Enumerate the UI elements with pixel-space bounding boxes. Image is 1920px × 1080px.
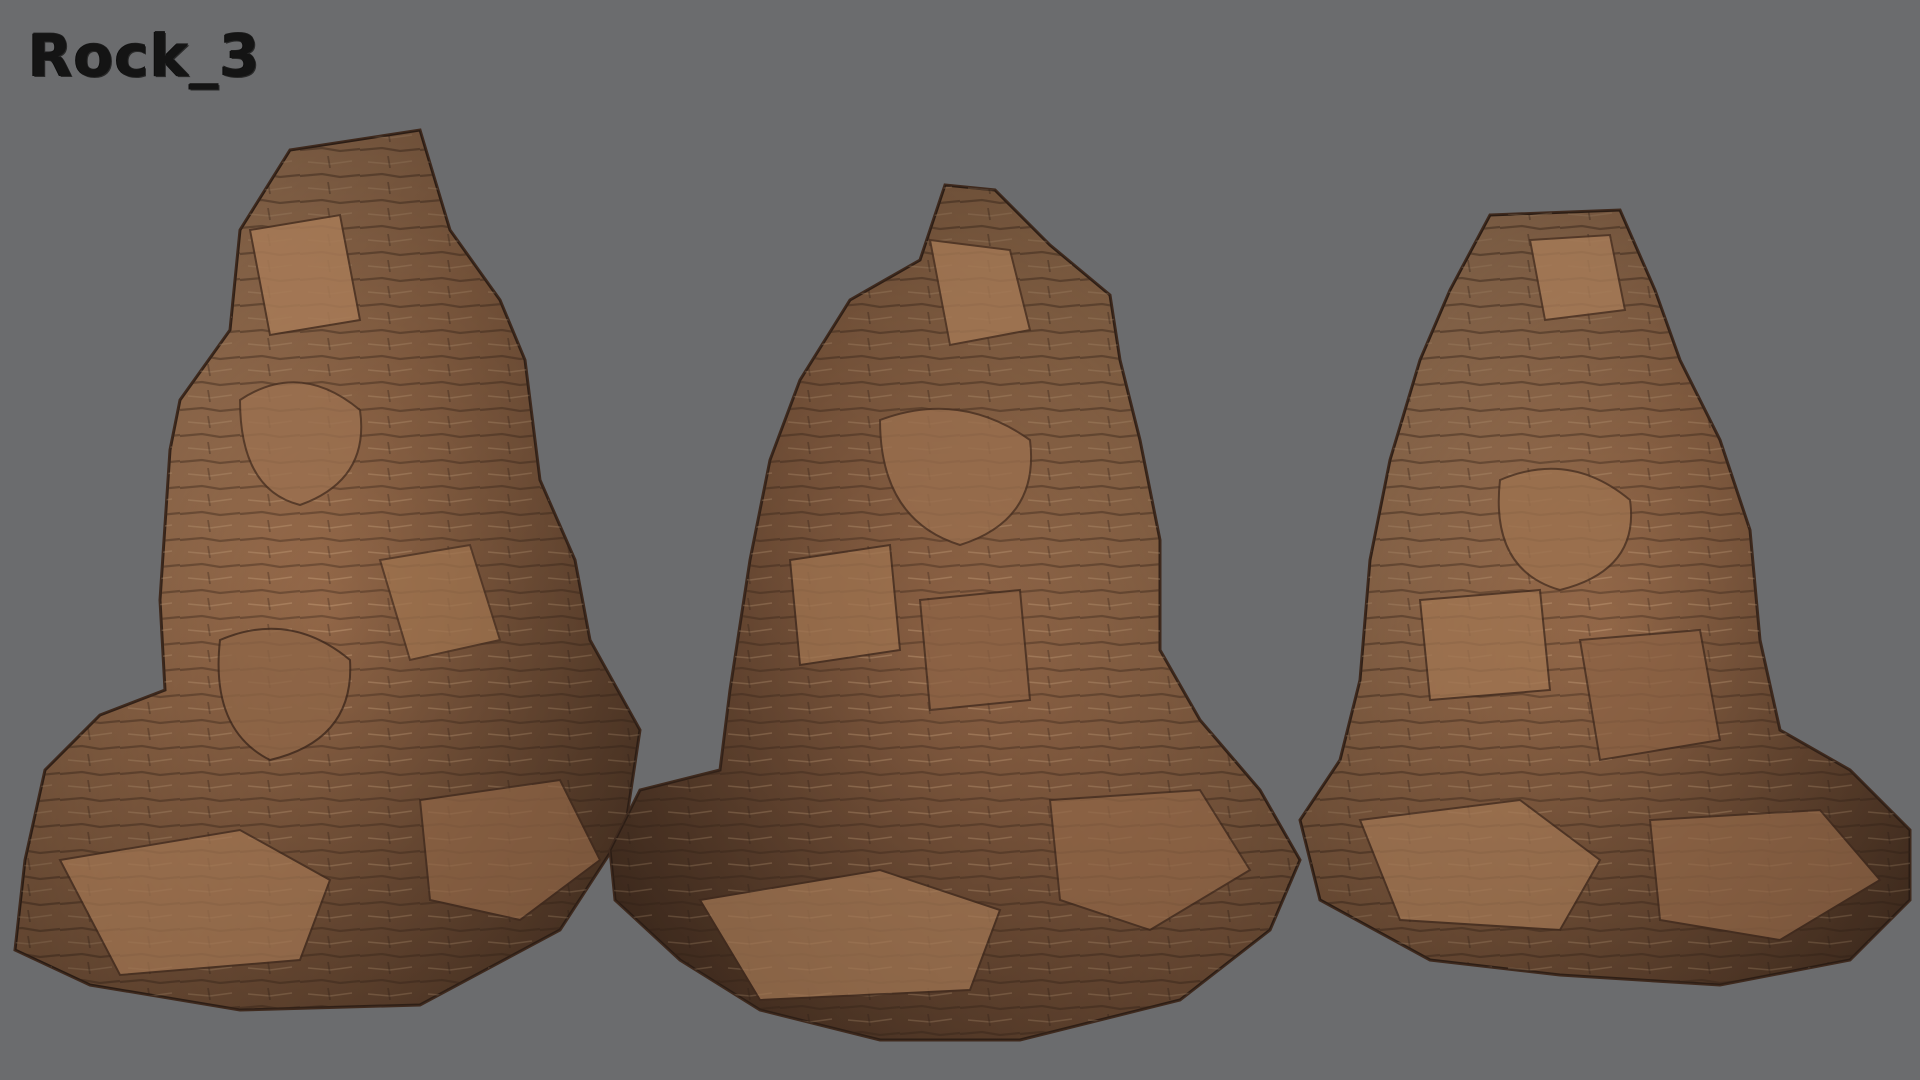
viewport: Rock_3 — [0, 0, 1920, 1080]
rock-right — [1298, 208, 1912, 987]
rock-middle — [608, 183, 1302, 1042]
asset-title: Rock_3 — [28, 22, 261, 90]
rock-left — [13, 128, 642, 1012]
rock-render — [13, 128, 1912, 1042]
